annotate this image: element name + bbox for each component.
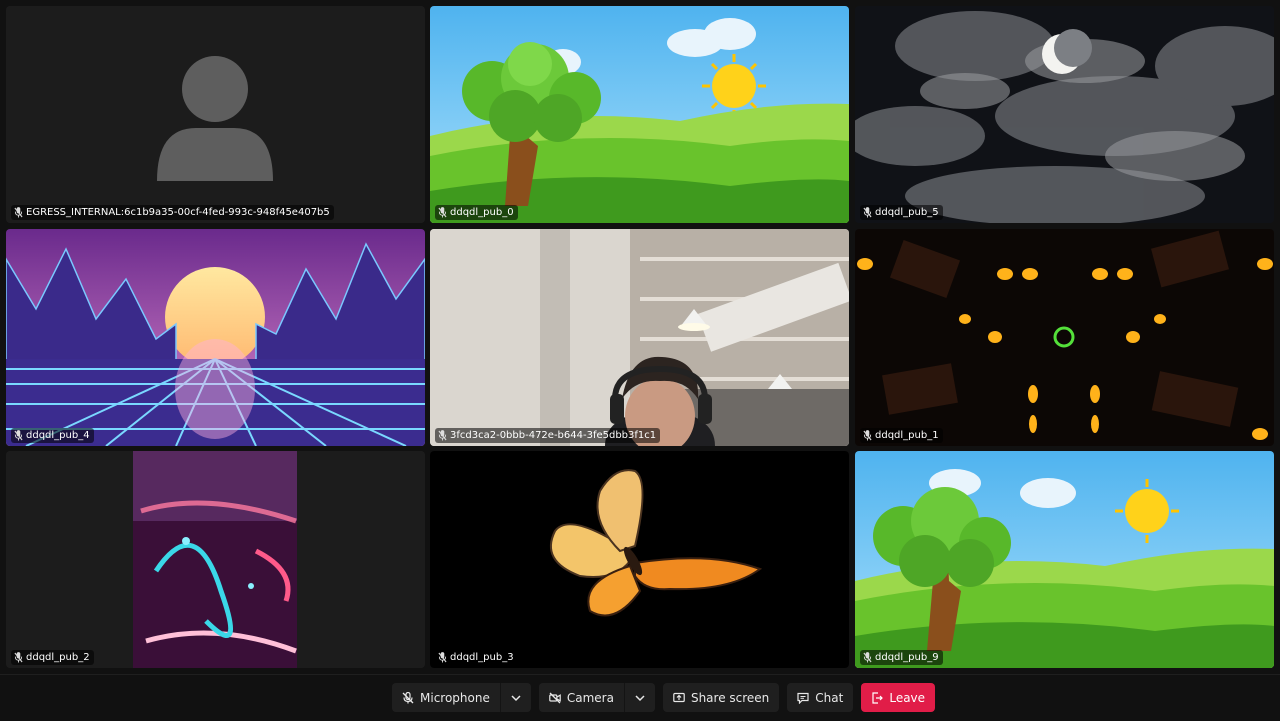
participant-name-tag: ddqdl_pub_2 bbox=[11, 650, 94, 665]
microphone-muted-icon bbox=[14, 652, 23, 663]
participant-tile[interactable]: ddqdl_pub_3 bbox=[430, 451, 849, 668]
camera-off-icon bbox=[549, 692, 561, 703]
microphone-muted-icon bbox=[438, 430, 447, 441]
microphone-muted-icon bbox=[863, 207, 872, 218]
participant-name-tag: ddqdl_pub_5 bbox=[860, 205, 943, 220]
microphone-muted-icon bbox=[438, 652, 447, 663]
leave-icon bbox=[872, 691, 884, 704]
video-synthwave-scene bbox=[6, 229, 425, 446]
participant-name-tag: ddqdl_pub_1 bbox=[860, 428, 943, 443]
video-night-sky-scene bbox=[855, 6, 1274, 223]
participant-name-tag: ddqdl_pub_3 bbox=[435, 650, 518, 665]
chevron-down-icon bbox=[511, 694, 521, 701]
microphone-muted-icon bbox=[863, 430, 872, 441]
participant-name-tag: EGRESS_INTERNAL:6c1b9a35-00cf-4fed-993c-… bbox=[11, 205, 334, 220]
participant-tile[interactable]: ddqdl_pub_1 bbox=[855, 229, 1274, 446]
participant-tile[interactable]: ddqdl_pub_4 bbox=[6, 229, 425, 446]
microphone-muted-icon bbox=[863, 652, 872, 663]
share-screen-button[interactable]: Share screen bbox=[662, 683, 780, 712]
leave-label: Leave bbox=[889, 690, 926, 705]
participant-name-tag: ddqdl_pub_9 bbox=[860, 650, 943, 665]
avatar-placeholder-icon bbox=[6, 6, 425, 223]
share-screen-label: Share screen bbox=[690, 690, 770, 705]
video-webcam-scene bbox=[430, 229, 849, 446]
participant-name: ddqdl_pub_9 bbox=[875, 652, 939, 663]
camera-label: Camera bbox=[566, 690, 614, 705]
camera-button[interactable]: Camera bbox=[538, 683, 624, 712]
participant-tile[interactable]: ddqdl_pub_0 bbox=[430, 6, 849, 223]
microphone-control-group: Microphone bbox=[392, 683, 531, 712]
video-neon-scene bbox=[6, 451, 425, 668]
video-grid: EGRESS_INTERNAL:6c1b9a35-00cf-4fed-993c-… bbox=[0, 0, 1280, 674]
control-bar: Microphone Camera Share screen Chat Leav… bbox=[0, 674, 1280, 721]
participant-tile[interactable]: EGRESS_INTERNAL:6c1b9a35-00cf-4fed-993c-… bbox=[6, 6, 425, 223]
participant-name: ddqdl_pub_2 bbox=[26, 652, 90, 663]
participant-name: ddqdl_pub_3 bbox=[450, 652, 514, 663]
participant-name-tag: ddqdl_pub_0 bbox=[435, 205, 518, 220]
microphone-muted-icon bbox=[14, 207, 23, 218]
video-glow-scene bbox=[855, 229, 1274, 446]
microphone-muted-icon bbox=[402, 691, 414, 703]
participant-name-tag: 3fcd3ca2-0bbb-472e-b644-3fe5dbb3f1c1 bbox=[435, 428, 661, 443]
leave-button[interactable]: Leave bbox=[861, 683, 936, 712]
chat-icon bbox=[797, 692, 809, 704]
microphone-muted-icon bbox=[438, 207, 447, 218]
chevron-down-icon bbox=[635, 694, 645, 701]
participant-name: ddqdl_pub_0 bbox=[450, 207, 514, 218]
chat-label: Chat bbox=[815, 690, 844, 705]
camera-device-menu[interactable] bbox=[623, 683, 655, 712]
participant-tile[interactable]: ddqdl_pub_2 bbox=[6, 451, 425, 668]
participant-name: EGRESS_INTERNAL:6c1b9a35-00cf-4fed-993c-… bbox=[26, 207, 330, 218]
video-landscape-scene bbox=[855, 451, 1274, 668]
microphone-button[interactable]: Microphone bbox=[392, 683, 500, 712]
participant-name: ddqdl_pub_4 bbox=[26, 430, 90, 441]
microphone-device-menu[interactable] bbox=[499, 683, 531, 712]
microphone-label: Microphone bbox=[420, 690, 490, 705]
share-screen-icon bbox=[673, 692, 685, 702]
participant-name: ddqdl_pub_1 bbox=[875, 430, 939, 441]
participant-name-tag: ddqdl_pub_4 bbox=[11, 428, 94, 443]
chat-button[interactable]: Chat bbox=[787, 683, 854, 712]
microphone-muted-icon bbox=[14, 430, 23, 441]
participant-tile[interactable]: 3fcd3ca2-0bbb-472e-b644-3fe5dbb3f1c1 bbox=[430, 229, 849, 446]
camera-control-group: Camera bbox=[538, 683, 655, 712]
video-landscape-scene bbox=[430, 6, 849, 223]
participant-name: ddqdl_pub_5 bbox=[875, 207, 939, 218]
participant-name: 3fcd3ca2-0bbb-472e-b644-3fe5dbb3f1c1 bbox=[450, 430, 657, 441]
participant-tile[interactable]: ddqdl_pub_5 bbox=[855, 6, 1274, 223]
video-butterfly-scene bbox=[430, 451, 849, 668]
participant-tile[interactable]: ddqdl_pub_9 bbox=[855, 451, 1274, 668]
